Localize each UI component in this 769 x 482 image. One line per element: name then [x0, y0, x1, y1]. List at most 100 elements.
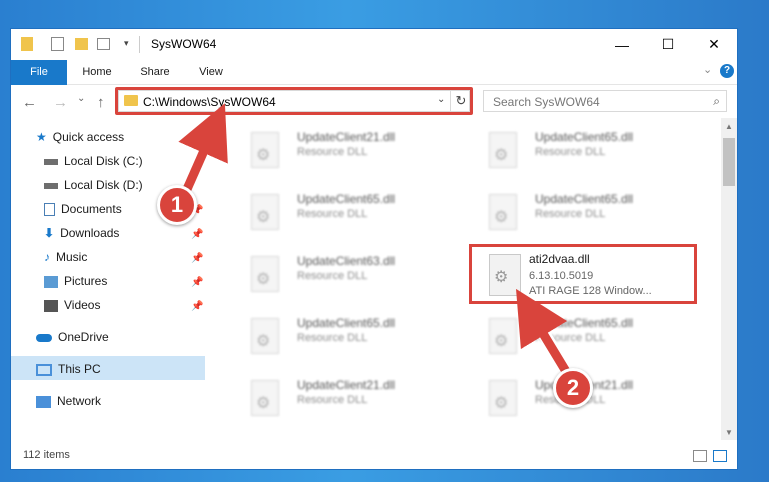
status-bar: 112 items	[11, 442, 737, 469]
search-input[interactable]: Search SysWOW64	[493, 95, 600, 109]
tab-home[interactable]: Home	[73, 60, 121, 84]
sidebar-item-label: Network	[57, 394, 102, 408]
pin-icon: 📌	[191, 229, 204, 240]
sidebar-item-music[interactable]: ♪ Music	[44, 246, 87, 268]
sidebar-item-label: This PC	[58, 362, 101, 376]
download-icon: ⬇	[44, 226, 55, 240]
properties-icon[interactable]	[51, 37, 64, 51]
search-box[interactable]: Search SysWOW64 ⌕	[483, 90, 727, 112]
pin-icon: 📌	[191, 301, 204, 312]
pin-icon: 📌	[191, 253, 204, 264]
tiles-view-icon[interactable]	[713, 450, 727, 462]
scroll-down-icon[interactable]: ▼	[725, 428, 733, 437]
up-button[interactable]: ↑	[97, 94, 105, 111]
star-icon: ★	[36, 130, 47, 144]
dll-file-icon	[251, 318, 279, 354]
sidebar-item-local-disk-c[interactable]: Local Disk (C:)	[44, 150, 143, 172]
file-name: UpdateClient21.dll	[297, 130, 396, 144]
item-count: 112 items	[23, 449, 70, 461]
scroll-up-icon[interactable]: ▲	[725, 122, 733, 131]
file-item[interactable]: UpdateClient65.dll Resource DLL	[473, 184, 703, 240]
cloud-icon	[36, 333, 52, 342]
sidebar-item-label: Music	[56, 250, 88, 264]
file-item[interactable]: UpdateClient65.dll Resource DLL	[473, 122, 703, 178]
step-1-badge: 1	[157, 185, 197, 225]
file-description: Resource DLL	[297, 270, 368, 282]
file-description: Resource DLL	[297, 332, 368, 344]
sidebar-item-downloads[interactable]: ⬇ Downloads	[44, 222, 119, 244]
sidebar-item-label: OneDrive	[58, 330, 109, 344]
file-item[interactable]: UpdateClient63.dll Resource DLL	[235, 246, 465, 302]
help-icon[interactable]: ?	[720, 64, 734, 78]
file-item[interactable]: UpdateClient21.dll Resource DLL	[235, 122, 465, 178]
chevron-down-icon[interactable]: ⌄	[703, 63, 712, 76]
file-name: UpdateClient65.dll	[297, 316, 396, 330]
title-bar: ▾ SysWOW64 — ☐ ✕	[11, 29, 737, 60]
file-list: UpdateClient21.dll Resource DLL UpdateCl…	[215, 118, 721, 440]
sidebar-item-label: Documents	[61, 202, 122, 216]
sidebar-item-label: Pictures	[64, 274, 108, 288]
forward-button[interactable]: →	[53, 94, 68, 111]
file-name: UpdateClient65.dll	[297, 192, 396, 206]
sidebar-item-label: Quick access	[52, 130, 125, 144]
file-item[interactable]: UpdateClient65.dll Resource DLL	[235, 308, 465, 364]
tab-view[interactable]: View	[187, 60, 235, 84]
dll-file-icon	[251, 256, 279, 292]
file-description: Resource DLL	[297, 208, 368, 220]
sidebar-item-network[interactable]: Network	[36, 390, 101, 412]
chevron-down-icon[interactable]: ▾	[124, 38, 140, 54]
videos-icon	[44, 299, 58, 312]
file-description: Resource DLL	[535, 208, 606, 220]
tab-share[interactable]: Share	[131, 60, 179, 84]
dll-file-icon	[251, 132, 279, 168]
customize-quick-access-icon[interactable]	[97, 38, 110, 50]
music-icon: ♪	[44, 250, 50, 264]
file-name: UpdateClient63.dll	[297, 254, 396, 268]
file-highlight	[469, 244, 697, 304]
dll-file-icon	[251, 194, 279, 230]
dll-file-icon	[489, 318, 517, 354]
file-name: UpdateClient65.dll	[535, 316, 634, 330]
navigation-bar: ← → ⌄ ↑ C:\Windows\SysWOW64 ⌄ ↻ Search S…	[11, 85, 737, 118]
maximize-button[interactable]: ☐	[645, 29, 691, 60]
sidebar-item-onedrive[interactable]: OneDrive	[36, 326, 109, 348]
vertical-scrollbar[interactable]: ▲ ▼	[721, 118, 737, 440]
file-item[interactable]: UpdateClient21.dll Resource DLL	[235, 370, 465, 426]
pc-icon	[36, 363, 52, 376]
sidebar-item-pictures[interactable]: Pictures	[44, 270, 107, 292]
minimize-button[interactable]: —	[599, 29, 645, 60]
recent-locations-button[interactable]: ⌄	[77, 93, 85, 104]
file-name: UpdateClient65.dll	[535, 192, 634, 206]
drive-icon	[44, 158, 58, 165]
step-2-badge: 2	[553, 368, 593, 408]
new-folder-icon[interactable]	[75, 38, 88, 50]
file-description: Resource DLL	[297, 394, 368, 406]
back-button[interactable]: ←	[22, 94, 37, 111]
ribbon-tabs: File Home Share View ⌄ ?	[11, 60, 737, 116]
divider	[139, 36, 140, 53]
sidebar-item-this-pc[interactable]: This PC	[36, 358, 101, 380]
sidebar-item-label: Videos	[64, 298, 101, 312]
close-button[interactable]: ✕	[691, 29, 737, 60]
sidebar-item-label: Local Disk (D:)	[64, 178, 143, 192]
pin-icon: 📌	[191, 277, 204, 288]
dll-file-icon	[251, 380, 279, 416]
file-description: Resource DLL	[535, 146, 606, 158]
drive-icon	[44, 182, 58, 189]
sidebar-item-documents[interactable]: Documents	[44, 198, 122, 220]
sidebar-item-quick-access[interactable]: ★ Quick access	[36, 126, 124, 148]
sidebar-item-local-disk-d[interactable]: Local Disk (D:)	[44, 174, 143, 196]
file-name: UpdateClient65.dll	[535, 130, 634, 144]
pin-icon: 📌	[191, 157, 204, 168]
scrollbar-thumb[interactable]	[723, 138, 735, 186]
search-icon[interactable]: ⌕	[713, 94, 720, 109]
sidebar-item-videos[interactable]: Videos	[44, 294, 100, 316]
pictures-icon	[44, 275, 58, 288]
file-description: Resource DLL	[535, 332, 606, 344]
details-view-icon[interactable]	[693, 450, 707, 462]
file-item[interactable]: UpdateClient65.dll Resource DLL	[235, 184, 465, 240]
window-title: SysWOW64	[151, 37, 217, 51]
folder-icon	[21, 37, 33, 51]
file-item[interactable]: UpdateClient65.dll Resource DLL	[473, 308, 703, 364]
sidebar-item-label: Local Disk (C:)	[64, 154, 143, 168]
